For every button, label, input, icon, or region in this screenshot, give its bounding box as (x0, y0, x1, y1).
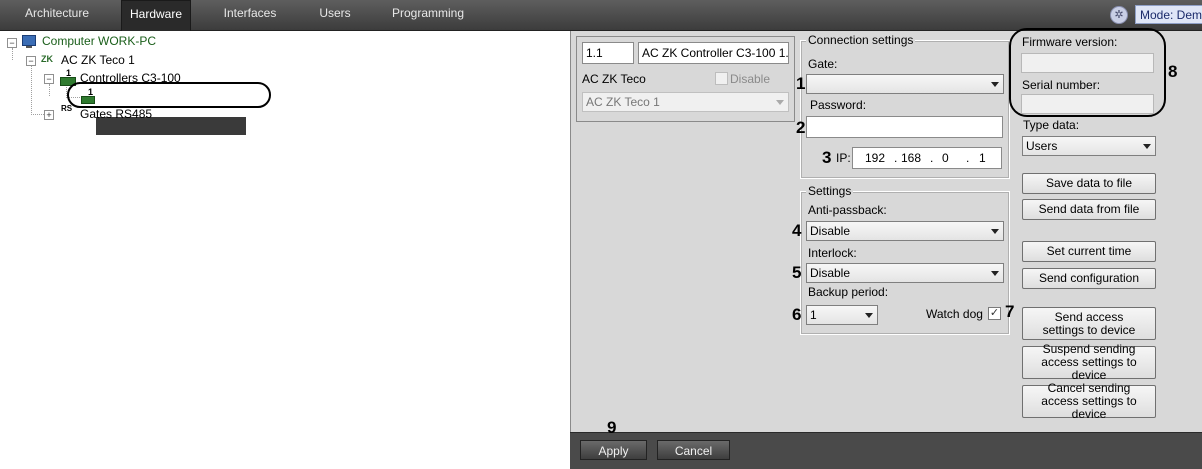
callout-8: 8 (1168, 62, 1178, 81)
gate-label: Gate: (808, 57, 838, 71)
ip-octet-4: 1 (979, 151, 986, 165)
ip-address-input[interactable]: 192 . 168 . 0 . 1 (852, 147, 1002, 169)
object-id-field[interactable]: 1.1 (582, 42, 634, 64)
tree-item-teco-label: AC ZK Teco 1 (61, 53, 135, 67)
callout-1: 1 (796, 74, 806, 93)
expander-teco[interactable]: − (26, 56, 36, 66)
interlock-label: Interlock: (808, 246, 857, 260)
interlock-value: Disable (810, 266, 851, 280)
settings-gear-icon[interactable]: ✲ (1110, 6, 1128, 24)
save-data-to-file-button[interactable]: Save data to file (1022, 173, 1156, 194)
callout-4: 4 (792, 221, 802, 240)
disable-checkbox[interactable] (715, 72, 728, 85)
type-data-label: Type data: (1023, 118, 1080, 132)
mode-badge: Mode: Demo (1135, 5, 1202, 24)
send-data-from-file-button[interactable]: Send data from file (1022, 199, 1156, 220)
apply-button[interactable]: Apply (580, 440, 647, 460)
tab-hardware[interactable]: Hardware (121, 0, 191, 31)
callout-5: 5 (792, 263, 802, 282)
backup-period-label: Backup period: (808, 285, 889, 299)
ip-octet-2: 168 (901, 151, 922, 165)
ip-dot: . (894, 151, 898, 165)
tree-item-computer[interactable]: Computer WORK-PC (42, 34, 156, 48)
ip-label: IP: (836, 151, 851, 165)
object-name-field[interactable]: AC ZK Controller C3-100 1.1 (638, 42, 789, 64)
password-label: Password: (810, 98, 867, 112)
tree-item-gates-label: Gates RS485 (80, 107, 153, 121)
callout-2: 2 (796, 118, 806, 137)
callout-6: 6 (792, 305, 802, 324)
set-current-time-button[interactable]: Set current time (1022, 241, 1156, 262)
interlock-select[interactable]: Disable (806, 263, 1004, 283)
type-data-select[interactable]: Users (1022, 136, 1156, 156)
chevron-down-icon (991, 229, 999, 234)
tree-item-computer-label: Computer WORK-PC (42, 34, 157, 48)
rs485-icon: RS (61, 104, 73, 113)
suspend-access-settings-button[interactable]: Suspend sending access settings to devic… (1022, 343, 1156, 382)
anti-passback-label: Anti-passback: (808, 203, 887, 217)
tab-programming[interactable]: Programming (390, 0, 466, 28)
send-access-settings-button[interactable]: Send access settings to device (1022, 307, 1156, 340)
ip-dot: . (966, 151, 970, 165)
send-configuration-button[interactable]: Send configuration (1022, 268, 1156, 289)
main-tab-bar: Architecture Hardware Interfaces Users P… (0, 0, 1202, 31)
password-input[interactable] (806, 116, 1003, 138)
disable-label: Disable (730, 72, 771, 86)
tab-interfaces[interactable]: Interfaces (220, 0, 280, 28)
backup-period-value: 1 (810, 308, 817, 322)
callout-9: 9 (607, 418, 617, 437)
type-data-value: Users (1026, 139, 1058, 153)
zk-teco-icon: ZK (41, 54, 53, 64)
callout-oval-device-info (1009, 28, 1166, 117)
callout-oval-controller (67, 82, 271, 108)
ip-octet-3: 0 (942, 151, 949, 165)
expander-computer[interactable]: − (7, 38, 17, 48)
tab-architecture[interactable]: Architecture (18, 0, 96, 28)
chevron-down-icon (991, 271, 999, 276)
tab-users[interactable]: Users (314, 0, 356, 28)
parent-object-value: AC ZK Teco 1 (586, 95, 660, 109)
object-type-label: AC ZK Teco (582, 72, 646, 86)
anti-passback-value: Disable (810, 224, 851, 238)
parent-object-select[interactable]: AC ZK Teco 1 (582, 92, 789, 112)
computer-icon (22, 35, 36, 46)
watchdog-checkbox[interactable]: ✓ (988, 307, 1001, 320)
tree-item-teco[interactable]: AC ZK Teco 1 (61, 53, 135, 67)
chevron-down-icon (865, 313, 873, 318)
gate-select[interactable] (806, 74, 1004, 94)
chevron-down-icon (776, 100, 784, 105)
ip-octet-1: 192 (865, 151, 886, 165)
cancel-access-settings-button[interactable]: Cancel sending access settings to device (1022, 382, 1156, 421)
watchdog-label: Watch dog (926, 307, 983, 321)
expander-gates[interactable]: + (44, 110, 54, 120)
callout-3: 3 (822, 148, 832, 167)
ip-dot: . (930, 151, 934, 165)
computer-stand-icon (26, 46, 32, 48)
settings-title: Settings (806, 184, 854, 198)
connection-settings-title: Connection settings (806, 33, 916, 47)
expander-controllers[interactable]: − (44, 74, 54, 84)
tree-item-gates[interactable]: Gates RS485 (80, 107, 152, 121)
chevron-down-icon (1143, 144, 1151, 149)
chevron-down-icon (991, 82, 999, 87)
anti-passback-select[interactable]: Disable (806, 221, 1004, 241)
cancel-button[interactable]: Cancel (657, 440, 730, 460)
backup-period-select[interactable]: 1 (806, 305, 878, 325)
callout-7: 7 (1005, 302, 1015, 321)
